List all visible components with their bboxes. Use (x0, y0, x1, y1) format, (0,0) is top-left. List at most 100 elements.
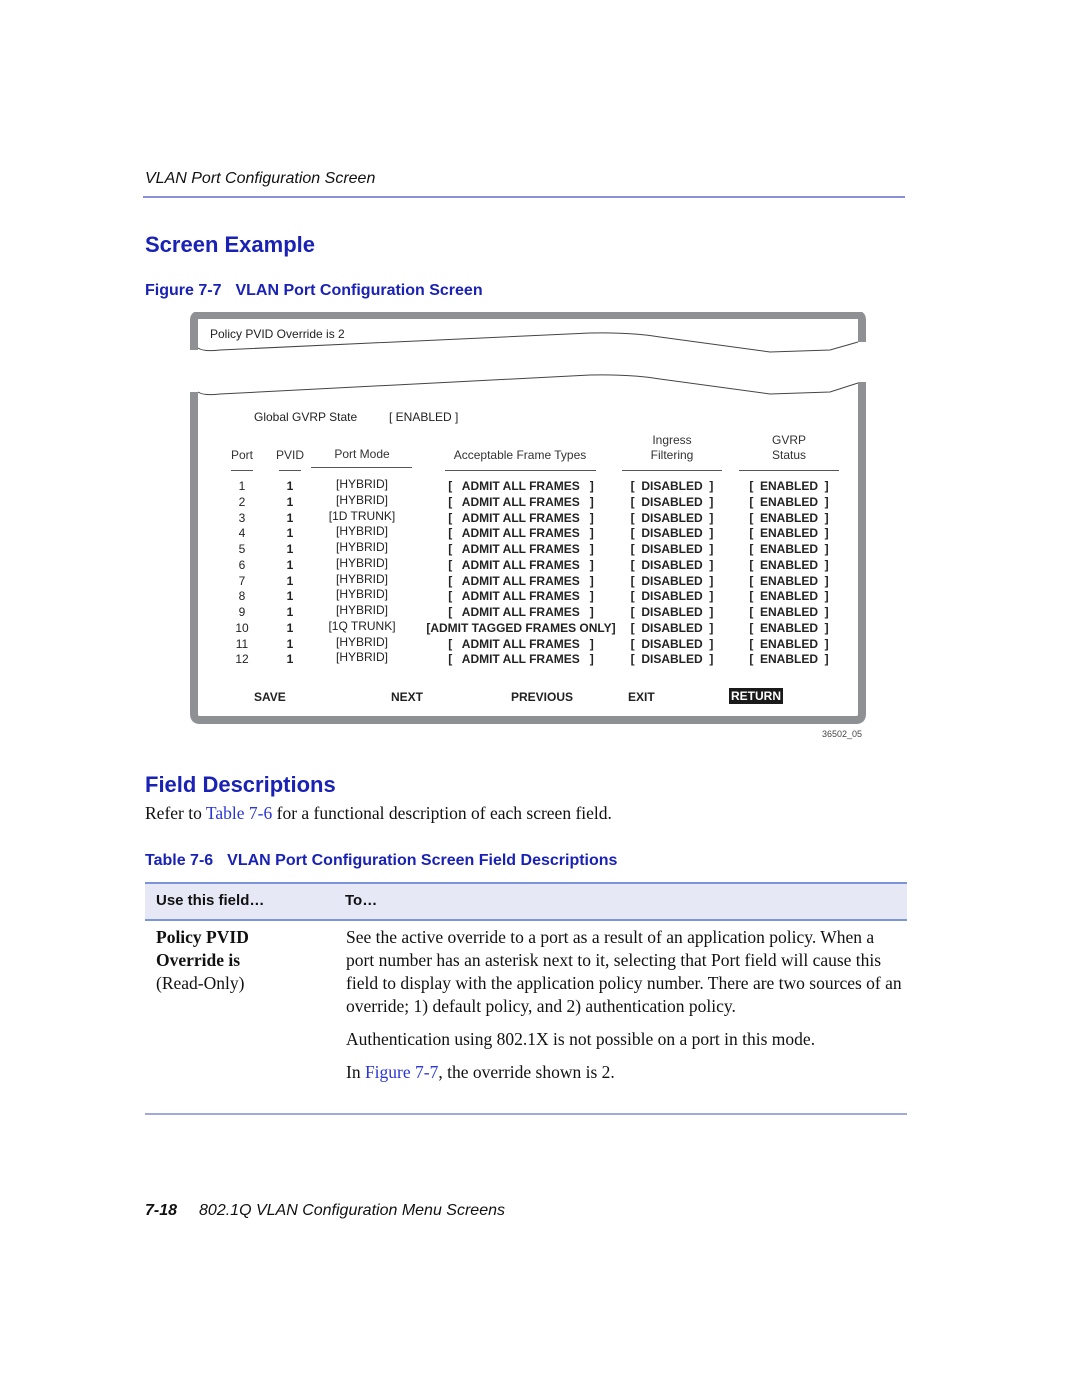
ingress-filtering-cell[interactable]: [ DISABLED ] (622, 479, 722, 493)
gvrp-status-cell[interactable]: [ ENABLED ] (739, 495, 839, 509)
gvrp-status-cell[interactable]: [ ENABLED ] (739, 589, 839, 603)
col-header-gvrp-2: Status (771, 448, 807, 462)
frame-types-cell[interactable]: [ ADMIT ALL FRAMES ] (416, 558, 626, 572)
desc-paragraph-1: See the active override to a port as a r… (346, 927, 902, 1016)
policy-pvid-override-text: Policy PVID Override is 2 (210, 327, 345, 341)
port-mode-cell[interactable]: [HYBRID] (312, 572, 412, 586)
gvrp-status-cell[interactable]: [ ENABLED ] (739, 652, 839, 666)
figure-id: 36502_05 (822, 729, 863, 739)
frame-types-cell[interactable]: [ ADMIT ALL FRAMES ] (416, 652, 626, 666)
table-header-row: Use this field… To… (145, 882, 907, 921)
refer-text-post: for a functional description of each scr… (272, 803, 612, 823)
port-mode-cell[interactable]: [HYBRID] (312, 650, 412, 664)
col-header-frame-types: Acceptable Frame Types (453, 448, 587, 462)
frame-types-cell[interactable]: [ ADMIT ALL FRAMES ] (416, 495, 626, 509)
ingress-filtering-cell[interactable]: [ DISABLED ] (622, 589, 722, 603)
port-mode-cell[interactable]: [HYBRID] (312, 477, 412, 491)
gvrp-status-cell[interactable]: [ ENABLED ] (739, 558, 839, 572)
underline-port (231, 470, 253, 471)
gvrp-status-cell[interactable]: [ ENABLED ] (739, 574, 839, 588)
port-mode-cell[interactable]: [1Q TRUNK] (312, 619, 412, 633)
underline-pvid (279, 470, 301, 471)
field-name-cell: Policy PVID Override is (Read-Only) (156, 926, 249, 995)
next-command[interactable]: NEXT (391, 690, 423, 704)
port-cell[interactable]: 6 (228, 558, 256, 572)
ingress-filtering-cell[interactable]: [ DISABLED ] (622, 558, 722, 572)
pvid-cell: 1 (286, 573, 294, 588)
header-rule (143, 196, 905, 198)
gvrp-status-cell[interactable]: [ ENABLED ] (739, 637, 839, 651)
field-name-line1: Policy PVID (156, 927, 249, 947)
gvrp-status-cell[interactable]: [ ENABLED ] (739, 621, 839, 635)
pvid-cell: 1 (286, 636, 294, 651)
col-header-port: Port (230, 448, 253, 462)
previous-command[interactable]: PREVIOUS (511, 690, 573, 704)
port-cell[interactable]: 1 (228, 479, 256, 493)
global-gvrp-value[interactable]: [ ENABLED ] (389, 410, 458, 424)
pvid-cell: 1 (286, 510, 294, 525)
underline-gvrp (739, 470, 839, 471)
col-header-port-mode: Port Mode (334, 447, 390, 461)
ingress-filtering-cell[interactable]: [ DISABLED ] (622, 495, 722, 509)
gvrp-status-cell[interactable]: [ ENABLED ] (739, 479, 839, 493)
ingress-filtering-cell[interactable]: [ DISABLED ] (622, 542, 722, 556)
frame-types-cell[interactable]: [ ADMIT ALL FRAMES ] (416, 605, 626, 619)
gvrp-status-cell[interactable]: [ ENABLED ] (739, 511, 839, 525)
pvid-cell: 1 (286, 605, 294, 619)
port-mode-cell[interactable]: [HYBRID] (312, 603, 412, 617)
port-cell[interactable]: 12 (228, 652, 256, 666)
save-command[interactable]: SAVE (254, 690, 286, 704)
ingress-filtering-cell[interactable]: [ DISABLED ] (622, 605, 722, 619)
ingress-filtering-cell[interactable]: [ DISABLED ] (622, 637, 722, 651)
port-mode-cell[interactable]: [HYBRID] (312, 556, 412, 570)
port-mode-cell[interactable]: [HYBRID] (312, 493, 412, 507)
port-mode-cell[interactable]: [HYBRID] (312, 635, 412, 649)
refer-text-pre: Refer to (145, 803, 206, 823)
pvid-cell: 1 (286, 526, 294, 541)
frame-types-cell[interactable]: [ADMIT TAGGED FRAMES ONLY] (416, 621, 626, 635)
desc-paragraph-3: In Figure 7-7, the override shown is 2. (346, 1061, 906, 1084)
port-mode-cell[interactable]: [HYBRID] (312, 524, 412, 538)
ingress-filtering-cell[interactable]: [ DISABLED ] (622, 511, 722, 525)
underline-ingress (622, 470, 722, 471)
return-command[interactable]: RETURN (729, 688, 783, 704)
port-cell[interactable]: 9 (228, 605, 256, 619)
frame-types-cell[interactable]: [ ADMIT ALL FRAMES ] (416, 479, 626, 493)
frame-types-cell[interactable]: [ ADMIT ALL FRAMES ] (416, 526, 626, 540)
frame-types-cell[interactable]: [ ADMIT ALL FRAMES ] (416, 589, 626, 603)
frame-types-cell[interactable]: [ ADMIT ALL FRAMES ] (416, 542, 626, 556)
port-cell[interactable]: 2 (228, 495, 256, 509)
field-name-note: (Read-Only) (156, 973, 245, 993)
port-cell[interactable]: 10 (228, 621, 256, 635)
figure-number: Figure 7-7 (145, 282, 222, 299)
exit-command[interactable]: EXIT (628, 690, 655, 704)
frame-types-cell[interactable]: [ ADMIT ALL FRAMES ] (416, 574, 626, 588)
port-cell[interactable]: 4 (228, 526, 256, 540)
port-cell[interactable]: 11 (228, 637, 256, 651)
port-cell[interactable]: 5 (228, 542, 256, 556)
gvrp-status-cell[interactable]: [ ENABLED ] (739, 605, 839, 619)
pvid-cell: 1 (286, 557, 294, 572)
ingress-filtering-cell[interactable]: [ DISABLED ] (622, 526, 722, 540)
ingress-filtering-cell[interactable]: [ DISABLED ] (622, 574, 722, 588)
port-cell[interactable]: 3 (228, 511, 256, 525)
ingress-filtering-cell[interactable]: [ DISABLED ] (622, 652, 722, 666)
port-mode-cell[interactable]: [1D TRUNK] (312, 509, 412, 523)
gvrp-status-cell[interactable]: [ ENABLED ] (739, 542, 839, 556)
frame-types-cell[interactable]: [ ADMIT ALL FRAMES ] (416, 511, 626, 525)
table-link[interactable]: Table 7-6 (206, 803, 272, 823)
ingress-filtering-cell[interactable]: [ DISABLED ] (622, 621, 722, 635)
underline-frame-types (445, 470, 596, 471)
pvid-cell: 1 (286, 589, 294, 604)
pvid-cell: 1 (286, 479, 294, 493)
figure-caption: Figure 7-7 VLAN Port Configuration Screen (145, 282, 483, 300)
port-cell[interactable]: 8 (228, 589, 256, 603)
figure-link[interactable]: Figure 7-7 (365, 1062, 438, 1082)
port-mode-cell[interactable]: [HYBRID] (312, 540, 412, 554)
gvrp-status-cell[interactable]: [ ENABLED ] (739, 526, 839, 540)
frame-types-cell[interactable]: [ ADMIT ALL FRAMES ] (416, 637, 626, 651)
port-cell[interactable]: 7 (228, 574, 256, 588)
page-number: 7-18 (145, 1202, 178, 1219)
port-mode-cell[interactable]: [HYBRID] (312, 587, 412, 601)
section-heading-screen-example: Screen Example (145, 232, 315, 257)
